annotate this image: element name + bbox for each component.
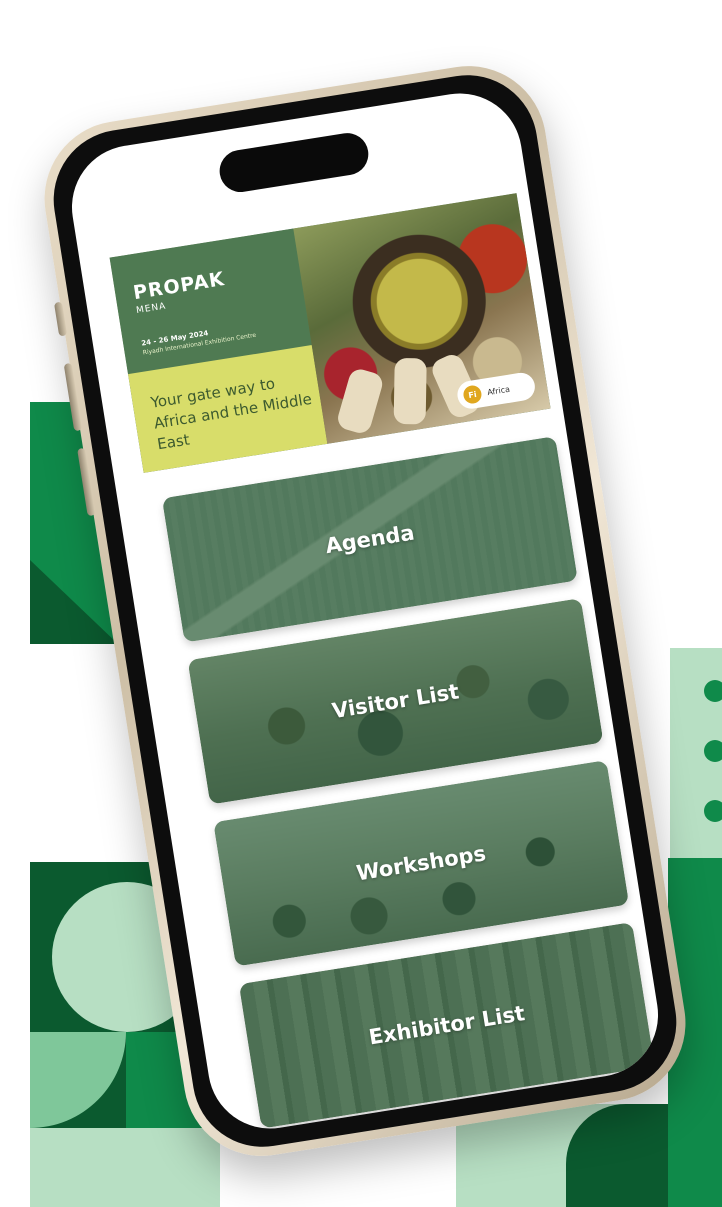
partner-label: Africa bbox=[486, 384, 511, 397]
dynamic-island bbox=[216, 130, 372, 196]
decor-dot bbox=[704, 800, 722, 822]
action-button bbox=[53, 301, 68, 337]
decor-dot bbox=[704, 680, 722, 702]
decor-dot bbox=[704, 740, 722, 762]
scoop-image bbox=[335, 366, 386, 436]
decor-strip bbox=[30, 1128, 220, 1207]
banner-info-panel: PROPAK MENA 24 - 26 May 2024 Riyadh Inte… bbox=[109, 228, 328, 473]
partner-logo-icon: Fi bbox=[462, 384, 483, 405]
scoop-image bbox=[393, 357, 427, 425]
spices-image: Fi Africa bbox=[293, 193, 551, 444]
event-banner: PROPAK MENA 24 - 26 May 2024 Riyadh Inte… bbox=[109, 193, 551, 473]
